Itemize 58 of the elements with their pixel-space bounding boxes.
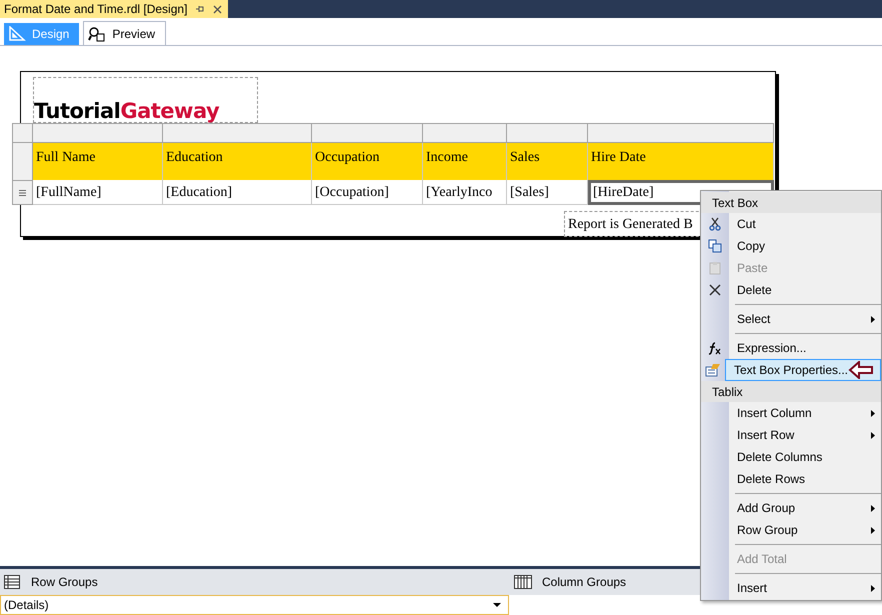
arrow-icon [848, 361, 874, 379]
document-tab[interactable]: Format Date and Time.rdl [Design] [0, 0, 228, 18]
header-cell[interactable]: Hire Date [588, 143, 774, 180]
column-handle[interactable] [423, 123, 507, 143]
header-cell[interactable]: Sales [507, 143, 588, 180]
menu-item[interactable]: Expression... [729, 337, 881, 359]
data-cell[interactable]: [YearlyInco [423, 180, 507, 205]
row-handle[interactable] [12, 143, 33, 180]
properties-icon [704, 363, 721, 377]
menu-item[interactable]: Row Group [729, 519, 881, 541]
menu-item[interactable]: Insert [729, 577, 881, 599]
data-cell[interactable]: [Occupation] [312, 180, 423, 205]
menu-item[interactable]: Cut [729, 213, 881, 235]
menu-item[interactable]: Delete Rows [729, 468, 881, 490]
menu-item[interactable]: Copy [729, 235, 881, 257]
copy-icon [708, 239, 722, 253]
column-handle[interactable] [163, 123, 312, 143]
menu-section-header: Tablix [701, 381, 881, 402]
magnifier-icon [88, 26, 106, 42]
triangle-ruler-icon [8, 26, 26, 42]
clipboard-icon [709, 261, 721, 275]
column-handle[interactable] [312, 123, 423, 143]
view-tab[interactable]: Preview [83, 21, 166, 45]
menu-item[interactable]: Delete Columns [729, 446, 881, 468]
corner-handle[interactable] [12, 123, 33, 143]
lines-icon [19, 190, 26, 196]
row-handle[interactable] [12, 180, 33, 205]
columns-icon [514, 575, 532, 589]
data-cell[interactable]: [Education] [163, 180, 312, 205]
column-handle[interactable] [33, 123, 163, 143]
menu-item[interactable]: Delete [729, 279, 881, 301]
function-icon [708, 341, 722, 355]
column-handle[interactable] [507, 123, 588, 143]
menu-item[interactable]: Insert Row [729, 424, 881, 446]
menu-item[interactable]: Text Box Properties... [724, 359, 881, 381]
column-groups-label: Column Groups [542, 574, 626, 591]
details-value: (Details) [3, 597, 50, 614]
header-cell[interactable]: Full Name [33, 143, 163, 180]
data-cell[interactable]: [FullName] [33, 180, 163, 205]
logo: TutorialGateway [34, 100, 220, 122]
scissors-icon [709, 217, 721, 231]
row-groups-label: Row Groups [31, 574, 99, 591]
pin-icon[interactable] [195, 4, 206, 14]
header-cell[interactable]: Education [163, 143, 312, 180]
column-handle[interactable] [588, 123, 774, 143]
header-cell[interactable]: Occupation [312, 143, 423, 180]
document-title: Format Date and Time.rdl [Design] [4, 1, 188, 18]
close-icon[interactable] [213, 4, 222, 14]
delete-icon [709, 284, 721, 296]
menu-section-header: Text Box [701, 192, 881, 213]
data-cell[interactable]: [Sales] [507, 180, 588, 205]
dropdown-icon[interactable] [492, 602, 502, 608]
list-icon [4, 575, 20, 589]
menu-item[interactable]: Select [729, 308, 881, 330]
header-cell[interactable]: Income [423, 143, 507, 180]
details-combo[interactable]: (Details) [0, 595, 509, 615]
menu-item[interactable]: Insert Column [729, 402, 881, 424]
menu-item[interactable]: Add Group [729, 497, 881, 519]
